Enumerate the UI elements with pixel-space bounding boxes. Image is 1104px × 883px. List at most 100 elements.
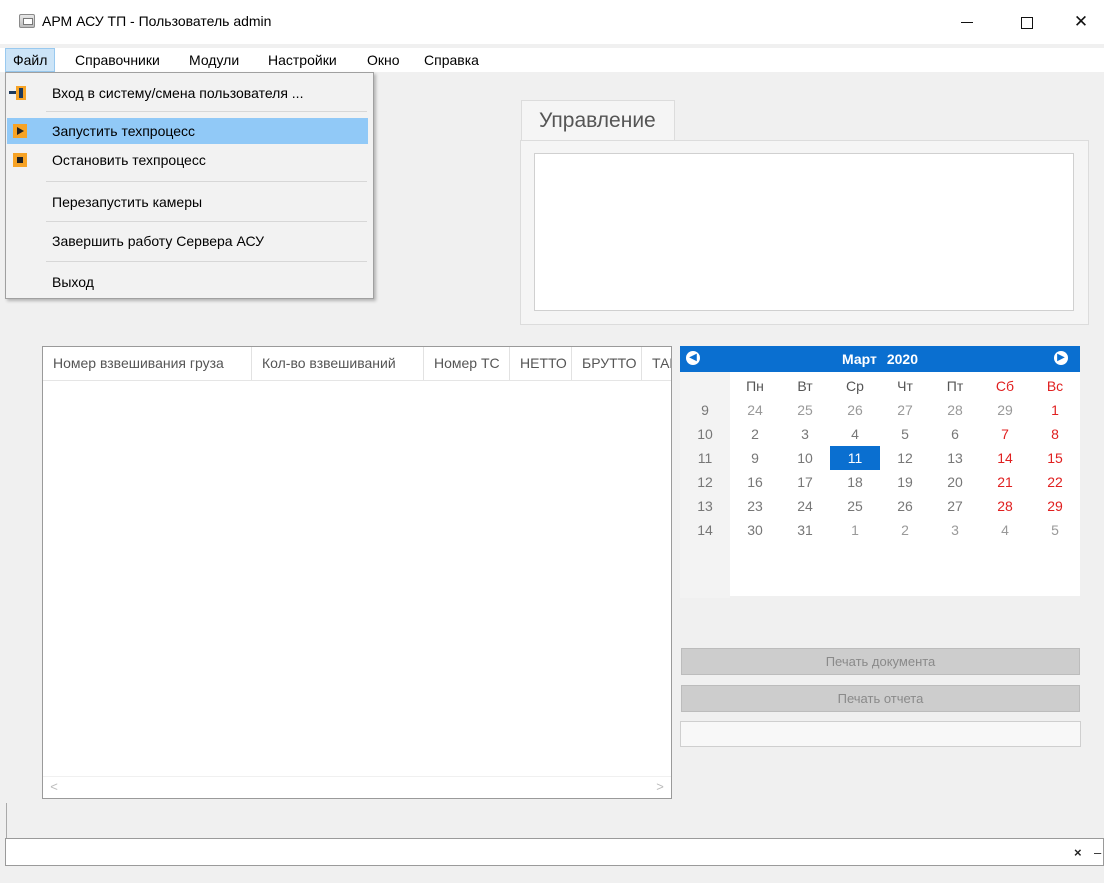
calendar-day[interactable]: 18 xyxy=(830,470,880,494)
weekday-header: Вт xyxy=(797,378,813,394)
close-button[interactable]: ✕ xyxy=(1058,8,1104,36)
column-header-vehicle-number[interactable]: Номер ТС xyxy=(424,347,510,380)
print-document-button[interactable]: Печать документа xyxy=(681,648,1080,675)
stop-icon xyxy=(13,153,27,167)
calendar-day[interactable]: 1 xyxy=(830,518,880,542)
menu-modules[interactable]: Модули xyxy=(182,48,246,72)
calendar-day[interactable]: 4 xyxy=(830,422,880,446)
print-report-button[interactable]: Печать отчета xyxy=(681,685,1080,712)
week-number: 11 xyxy=(697,450,713,466)
calendar-day[interactable]: 30 xyxy=(730,518,780,542)
calendar-day[interactable]: 26 xyxy=(880,494,930,518)
prev-month-icon[interactable]: ◀ xyxy=(686,351,700,365)
column-header-tare[interactable]: ТАРА xyxy=(642,347,671,380)
menu-item-label: Перезапустить камеры xyxy=(52,194,203,210)
calendar-day[interactable]: 12 xyxy=(880,446,930,470)
calendar-day[interactable]: 15 xyxy=(1030,446,1080,470)
menu-bar: Файл Справочники Модули Настройки Окно С… xyxy=(0,48,1104,72)
calendar-day[interactable]: 13 xyxy=(930,446,980,470)
calendar-day[interactable]: 22 xyxy=(1030,470,1080,494)
progress-field xyxy=(680,721,1081,747)
title-bar: АРМ АСУ ТП - Пользователь admin ✕ xyxy=(0,0,1104,44)
tab-control[interactable]: Управление xyxy=(521,100,675,141)
calendar-day[interactable]: 6 xyxy=(930,422,980,446)
collapse-log-icon[interactable]: – xyxy=(1094,845,1101,860)
calendar-day[interactable]: 14 xyxy=(980,446,1030,470)
menu-separator xyxy=(46,111,367,112)
close-log-icon[interactable]: × xyxy=(1074,845,1082,860)
menu-settings[interactable]: Настройки xyxy=(261,48,344,72)
calendar-day[interactable]: 25 xyxy=(780,398,830,422)
menu-references[interactable]: Справочники xyxy=(68,48,167,72)
column-header-gross[interactable]: БРУТТО xyxy=(572,347,642,380)
menu-item-shutdown-server[interactable]: Завершить работу Сервера АСУ xyxy=(7,228,368,254)
column-header-weighing-count[interactable]: Кол-во взвешиваний xyxy=(252,347,424,380)
calendar-day[interactable]: 2 xyxy=(880,518,930,542)
menu-window[interactable]: Окно xyxy=(360,48,407,72)
calendar-day[interactable]: 25 xyxy=(830,494,880,518)
menu-file[interactable]: Файл xyxy=(5,48,56,72)
calendar-day[interactable]: 26 xyxy=(830,398,880,422)
calendar-day[interactable]: 27 xyxy=(930,494,980,518)
menu-item-label: Вход в систему/смена пользователя ... xyxy=(52,85,304,101)
column-header-weighing-number[interactable]: Номер взвешивания груза xyxy=(43,347,252,380)
log-bar xyxy=(5,838,1104,866)
calendar-day[interactable]: 9 xyxy=(730,446,780,470)
calendar-day[interactable]: 29 xyxy=(980,398,1030,422)
calendar-day[interactable]: 7 xyxy=(980,422,1030,446)
week-number: 9 xyxy=(701,402,709,418)
menu-item-exit[interactable]: Выход xyxy=(7,269,368,295)
calendar-day[interactable]: 28 xyxy=(930,398,980,422)
calendar-day[interactable]: 24 xyxy=(730,398,780,422)
calendar-year[interactable]: 2020 xyxy=(887,351,918,367)
calendar-day[interactable]: 3 xyxy=(780,422,830,446)
minimize-button[interactable] xyxy=(944,8,990,36)
calendar-title[interactable]: Март 2020 xyxy=(680,346,1080,372)
menu-item-start-process[interactable]: Запустить техпроцесс xyxy=(7,118,368,144)
calendar-day[interactable]: 4 xyxy=(980,518,1030,542)
weekday-header: Пн xyxy=(746,378,764,394)
column-header-net[interactable]: НЕТТО xyxy=(510,347,572,380)
calendar-day[interactable]: 28 xyxy=(980,494,1030,518)
maximize-button[interactable] xyxy=(1004,8,1050,36)
next-month-icon[interactable]: ▶ xyxy=(1054,351,1068,365)
calendar-day[interactable]: 10 xyxy=(780,446,830,470)
menu-item-stop-process[interactable]: Остановить техпроцесс xyxy=(7,147,368,173)
calendar-day[interactable]: 23 xyxy=(730,494,780,518)
menu-item-restart-cameras[interactable]: Перезапустить камеры xyxy=(7,189,368,215)
calendar-day[interactable]: 21 xyxy=(980,470,1030,494)
menu-item-label: Запустить техпроцесс xyxy=(52,123,196,139)
calendar-day[interactable]: 29 xyxy=(1030,494,1080,518)
calendar-day[interactable]: 20 xyxy=(930,470,980,494)
calendar-day[interactable]: 5 xyxy=(1030,518,1080,542)
menu-separator xyxy=(46,261,367,262)
calendar-day[interactable]: 24 xyxy=(780,494,830,518)
calendar-month[interactable]: Март xyxy=(842,351,877,367)
horizontal-scrollbar[interactable]: < > xyxy=(43,776,671,798)
calendar-day[interactable]: 19 xyxy=(880,470,930,494)
calendar-day[interactable]: 2 xyxy=(730,422,780,446)
calendar-day[interactable]: 16 xyxy=(730,470,780,494)
calendar-day[interactable]: 31 xyxy=(780,518,830,542)
calendar-day[interactable]: 8 xyxy=(1030,422,1080,446)
menu-item-label: Остановить техпроцесс xyxy=(52,152,206,168)
calendar-day[interactable]: 27 xyxy=(880,398,930,422)
menu-help[interactable]: Справка xyxy=(417,48,486,72)
minimize-icon xyxy=(961,22,973,24)
calendar-day[interactable]: 17 xyxy=(780,470,830,494)
calendar-day[interactable]: 3 xyxy=(930,518,980,542)
calendar-header: Март 2020 ◀ ▶ xyxy=(680,346,1080,372)
scroll-left-icon[interactable]: < xyxy=(47,780,61,794)
menu-item-login[interactable]: Вход в систему/смена пользователя ... xyxy=(7,80,368,106)
calendar-day[interactable]: 1 xyxy=(1030,398,1080,422)
calendar-day[interactable]: 11 xyxy=(830,446,880,470)
weekday-header: Ср xyxy=(846,378,864,394)
control-area xyxy=(534,153,1074,311)
week-number: 12 xyxy=(697,474,713,490)
week-number: 10 xyxy=(697,426,713,442)
scroll-right-icon[interactable]: > xyxy=(653,780,667,794)
menu-separator xyxy=(46,221,367,222)
menu-separator xyxy=(46,181,367,182)
calendar-day[interactable]: 5 xyxy=(880,422,930,446)
login-icon xyxy=(9,86,26,100)
